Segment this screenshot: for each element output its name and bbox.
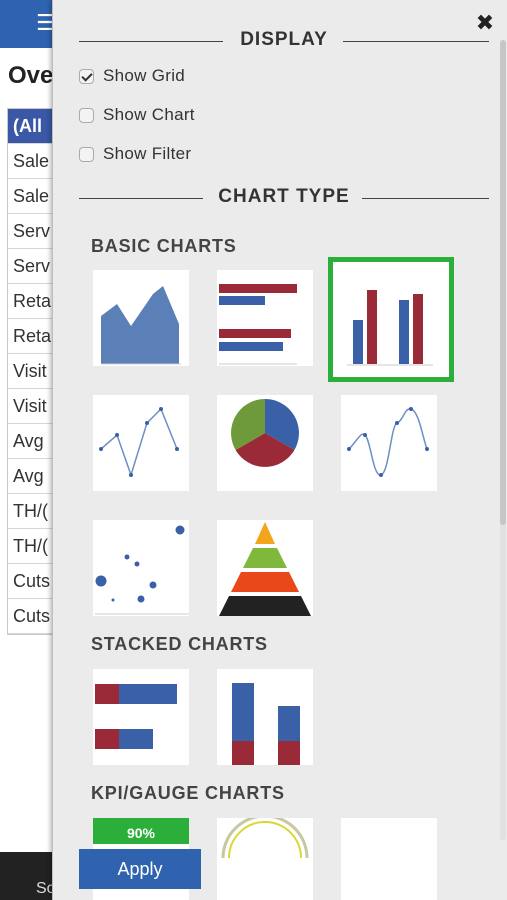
show-grid-label: Show Grid: [103, 66, 186, 85]
show-chart-option[interactable]: Show Chart: [79, 103, 195, 127]
show-filter-option[interactable]: Show Filter: [79, 142, 191, 166]
show-filter-label: Show Filter: [103, 144, 192, 163]
show-chart-label: Show Chart: [103, 105, 195, 124]
apply-button[interactable]: Apply: [79, 849, 201, 889]
page-title: Ove: [8, 62, 54, 89]
kpi-blank-icon[interactable]: [341, 818, 437, 900]
scrollbar-thumb[interactable]: [500, 40, 506, 525]
display-heading-label: DISPLAY: [79, 29, 489, 51]
show-filter-checkbox[interactable]: [79, 146, 94, 162]
show-chart-checkbox[interactable]: [79, 107, 94, 123]
display-heading: DISPLAY: [79, 29, 489, 53]
kpi-progress-value: 90%: [126, 825, 156, 841]
show-grid-checkbox[interactable]: [79, 68, 94, 84]
pyramid-chart-icon[interactable]: [217, 520, 313, 616]
show-grid-option[interactable]: Show Grid: [79, 64, 185, 88]
line-chart-icon[interactable]: [93, 395, 189, 491]
scatter-chart-icon[interactable]: [93, 520, 189, 616]
horizontal-bar-chart-icon[interactable]: [217, 270, 313, 366]
basic-charts-heading: BASIC CHARTS: [91, 236, 237, 256]
stacked-charts-heading: STACKED CHARTS: [91, 634, 268, 654]
chart-type-heading: CHART TYPE: [79, 186, 489, 210]
chart-type-heading-label: CHART TYPE: [79, 186, 489, 208]
pie-chart-icon[interactable]: [217, 395, 313, 491]
spline-chart-icon[interactable]: [341, 395, 437, 491]
chart-settings-panel: ✖ DISPLAY Show Grid Show Chart Show Filt…: [52, 0, 507, 900]
stacked-column-icon[interactable]: [217, 669, 313, 765]
kpi-gauge-charts-heading: KPI/GAUGE CHARTS: [91, 783, 285, 803]
gauge-icon[interactable]: [217, 818, 313, 900]
column-chart-icon[interactable]: [328, 257, 454, 382]
area-chart-icon[interactable]: [93, 270, 189, 366]
stacked-bar-icon[interactable]: [93, 669, 189, 765]
